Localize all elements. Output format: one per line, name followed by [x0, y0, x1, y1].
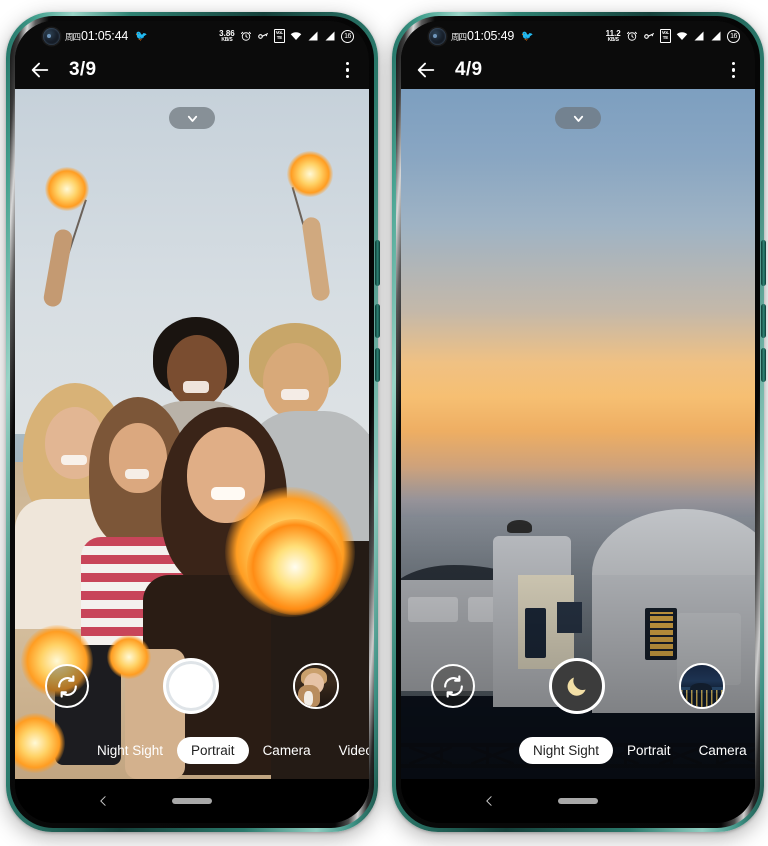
- network-speed-unit: KB/S: [607, 36, 619, 43]
- gallery-thumbnail[interactable]: [293, 663, 339, 709]
- phone-bezel-right: 周四 01:05:49 🐦 11.2 KB/S VoL TE 16 4/9 Ni…: [396, 16, 760, 828]
- status-icons-right: 11.2 KB/S VoL TE 16: [606, 29, 740, 43]
- battery-indicator: 16: [727, 29, 740, 43]
- chevron-down-icon: [573, 115, 583, 122]
- back-arrow-icon[interactable]: [415, 59, 437, 81]
- volume-up-button[interactable]: [761, 304, 766, 338]
- power-button[interactable]: [375, 240, 380, 286]
- status-weekday: 周四: [451, 32, 467, 42]
- screenshot-stage: 周四 01:05:44 🐦 3.86 KB/S VoL TE 16 3/9 Ni…: [0, 0, 768, 846]
- phone-device-left: 周四 01:05:44 🐦 3.86 KB/S VoL TE 16 3/9 Ni…: [6, 12, 380, 832]
- camera-viewfinder-left[interactable]: Night Sight Portrait Camera Video: [15, 89, 369, 779]
- battery-indicator: 16: [341, 29, 354, 43]
- status-time: 01:05:49: [467, 29, 515, 43]
- mode-video[interactable]: Video: [325, 737, 369, 764]
- shutter-button[interactable]: [549, 658, 605, 714]
- flip-camera-icon: [443, 674, 463, 698]
- signal-bars-icon: [308, 31, 318, 41]
- front-camera-punch-hole: [43, 27, 60, 45]
- status-time: 01:05:44: [81, 29, 129, 43]
- system-nav-bar-right: [401, 779, 755, 823]
- flip-camera-button[interactable]: [45, 664, 89, 708]
- flip-camera-icon: [57, 674, 77, 698]
- home-pill-indicator[interactable]: [558, 798, 598, 804]
- phone-bezel-left: 周四 01:05:44 🐦 3.86 KB/S VoL TE 16 3/9 Ni…: [10, 16, 374, 828]
- page-title: 3/9: [69, 59, 97, 80]
- wifi-icon: [676, 32, 688, 40]
- phone-screen-right: 周四 01:05:49 🐦 11.2 KB/S VoL TE 16 4/9 Ni…: [401, 21, 755, 823]
- camera-mode-selector-right[interactable]: Night Sight Portrait Camera: [401, 735, 755, 765]
- notification-emoji-icon: 🐦: [135, 30, 148, 42]
- signal-bars-icon: [694, 31, 704, 41]
- mode-camera[interactable]: Camera: [685, 737, 755, 764]
- volte-icon: VoL TE: [659, 29, 671, 43]
- status-weekday: 周四: [65, 32, 81, 42]
- wifi-icon: [290, 32, 302, 40]
- phone-screen-left: 周四 01:05:44 🐦 3.86 KB/S VoL TE 16 3/9 Ni…: [15, 21, 369, 823]
- camera-controls-right: [401, 655, 755, 717]
- volume-down-button[interactable]: [761, 348, 766, 382]
- volte-icon: VoL TE: [273, 29, 285, 43]
- status-bar-left: 周四 01:05:44 🐦 3.86 KB/S VoL TE 16: [15, 21, 369, 51]
- expand-controls-button[interactable]: [169, 107, 215, 129]
- system-nav-bar-left: [15, 779, 369, 823]
- chevron-down-icon: [187, 115, 197, 122]
- vpn-key-icon: [257, 33, 268, 39]
- network-speed-indicator: 3.86 KB/S: [219, 29, 235, 43]
- page-title: 4/9: [455, 59, 483, 80]
- camera-viewfinder-right[interactable]: Night Sight Portrait Camera: [401, 89, 755, 779]
- network-speed-unit: KB/S: [221, 36, 233, 43]
- notification-emoji-icon: 🐦: [521, 30, 534, 42]
- power-button[interactable]: [761, 240, 766, 286]
- mode-night-sight[interactable]: Night Sight: [83, 737, 177, 764]
- volume-up-button[interactable]: [375, 304, 380, 338]
- overflow-menu-icon[interactable]: [729, 58, 738, 83]
- mode-camera[interactable]: Camera: [249, 737, 325, 764]
- camera-controls-left: [15, 655, 369, 717]
- home-pill-indicator[interactable]: [172, 798, 212, 804]
- vpn-key-icon: [643, 33, 654, 39]
- app-bar-right: 4/9: [401, 51, 755, 89]
- phone-device-right: 周四 01:05:49 🐦 11.2 KB/S VoL TE 16 4/9 Ni…: [392, 12, 766, 832]
- moon-icon: [567, 677, 586, 696]
- status-clock: 周四 01:05:44: [65, 29, 128, 43]
- back-arrow-icon[interactable]: [29, 59, 51, 81]
- mode-portrait[interactable]: Portrait: [177, 736, 249, 764]
- signal-bars-icon: [711, 31, 721, 41]
- status-clock: 周四 01:05:49: [451, 29, 514, 43]
- mode-portrait[interactable]: Portrait: [613, 737, 685, 764]
- volume-down-button[interactable]: [375, 348, 380, 382]
- front-camera-punch-hole: [429, 27, 446, 45]
- expand-controls-button[interactable]: [555, 107, 601, 129]
- status-bar-right: 周四 01:05:49 🐦 11.2 KB/S VoL TE 16: [401, 21, 755, 51]
- overflow-menu-icon[interactable]: [343, 58, 352, 83]
- status-icons-right: 3.86 KB/S VoL TE 16: [219, 29, 354, 43]
- signal-bars-icon: [325, 31, 335, 41]
- camera-mode-selector-left[interactable]: Night Sight Portrait Camera Video: [15, 735, 369, 765]
- alarm-icon: [240, 31, 251, 41]
- nav-back-icon[interactable]: [483, 792, 496, 810]
- app-bar-left: 3/9: [15, 51, 369, 89]
- network-speed-indicator: 11.2 KB/S: [606, 29, 621, 43]
- alarm-icon: [626, 31, 637, 41]
- shutter-button[interactable]: [163, 658, 219, 714]
- flip-camera-button[interactable]: [431, 664, 475, 708]
- gallery-thumbnail[interactable]: [679, 663, 725, 709]
- mode-night-sight[interactable]: Night Sight: [519, 736, 614, 764]
- nav-back-icon[interactable]: [97, 792, 110, 810]
